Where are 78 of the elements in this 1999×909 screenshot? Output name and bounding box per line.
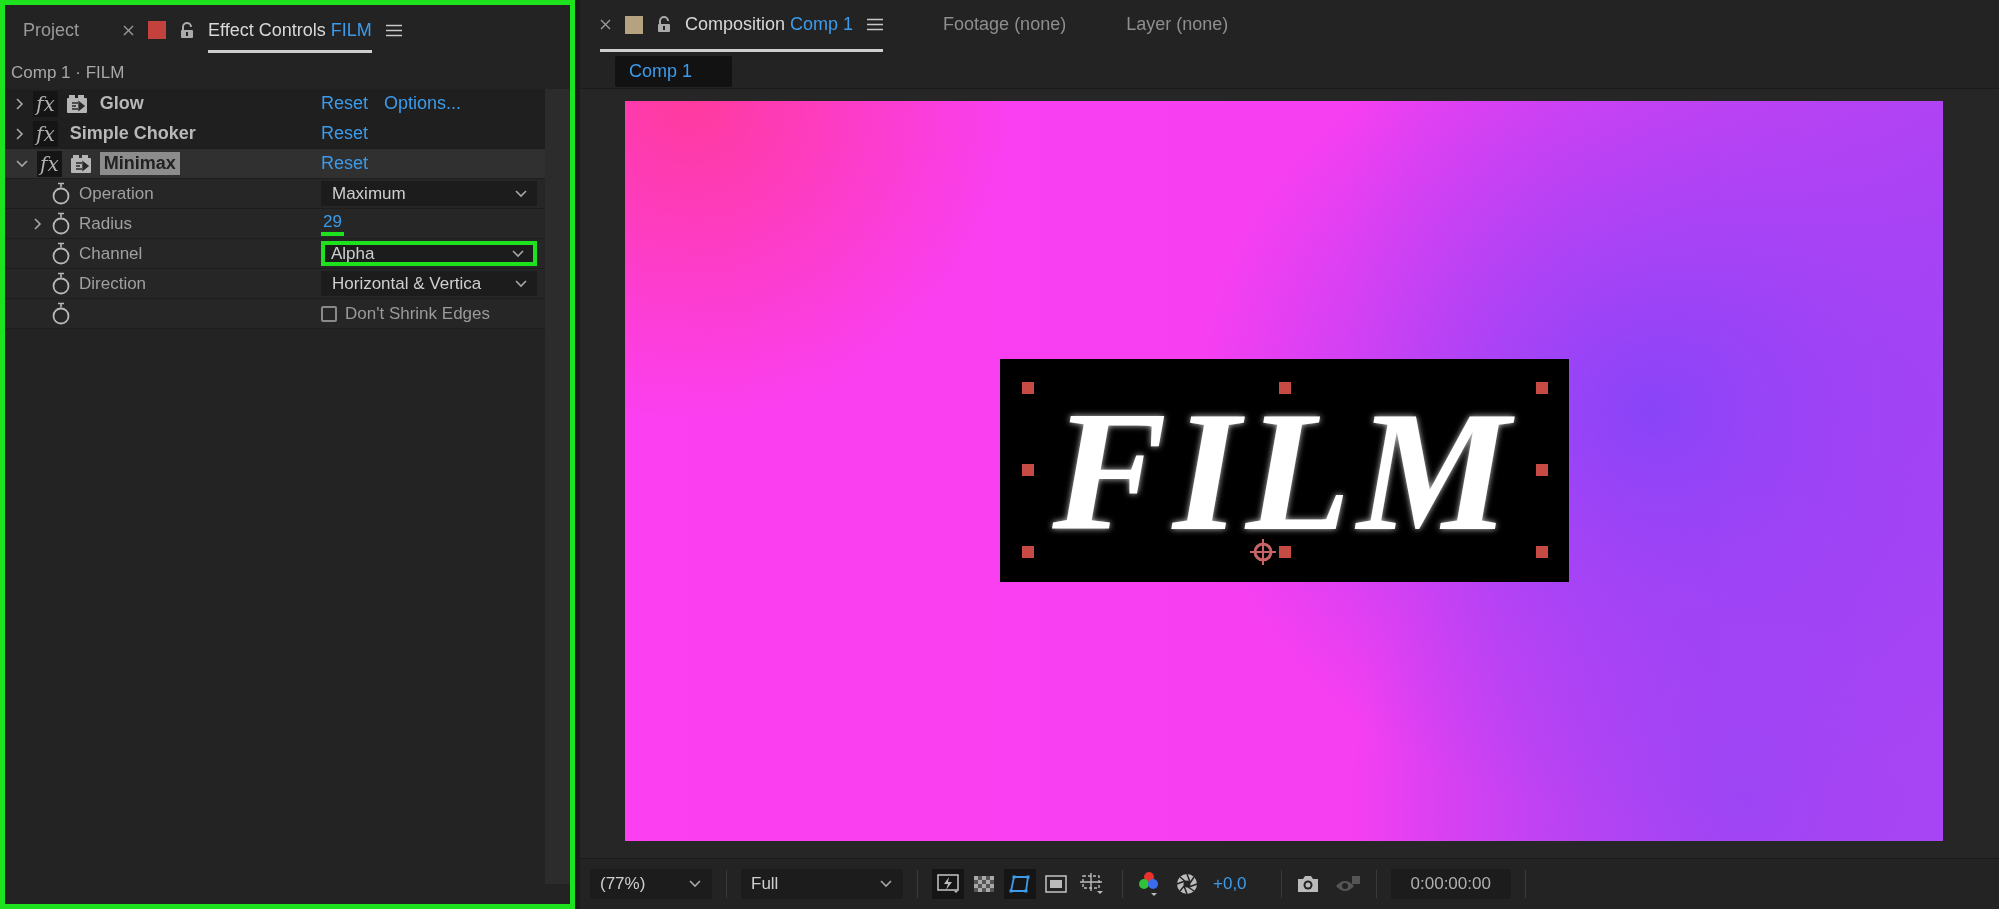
timecode-field[interactable]: 0:00:00:00 — [1390, 869, 1511, 899]
aperture-icon[interactable] — [1175, 872, 1199, 896]
panel-tab[interactable]: Footage (none) — [943, 14, 1067, 35]
fast-previews-button[interactable] — [932, 869, 964, 899]
close-icon[interactable] — [600, 19, 611, 30]
scrollbar[interactable] — [545, 89, 570, 884]
expand-chevron-icon[interactable] — [15, 126, 25, 141]
checkerboard-icon — [973, 874, 995, 894]
lock-icon[interactable] — [657, 16, 671, 33]
value-field[interactable]: 29 — [321, 211, 344, 236]
selection-handle[interactable] — [1278, 382, 1291, 394]
selection-handle[interactable] — [1535, 546, 1548, 558]
resolution-dropdown[interactable]: Full — [741, 869, 903, 899]
mask-path-icon — [1009, 874, 1031, 894]
property-name: Operation — [79, 183, 154, 204]
stopwatch-icon[interactable] — [51, 272, 71, 295]
caret-icon[interactable] — [688, 879, 702, 889]
dropdown[interactable]: Alpha — [321, 241, 537, 266]
anchor-point-icon[interactable] — [1248, 538, 1277, 566]
effect-toggle[interactable]: fx — [37, 150, 62, 177]
exposure-value[interactable]: +0,0 — [1213, 874, 1247, 894]
caret-icon[interactable] — [511, 248, 525, 259]
effect-toggle[interactable]: fx — [33, 90, 58, 117]
panel-tab[interactable]: Effect Controls FILM — [208, 7, 372, 53]
effect-name[interactable]: Minimax — [99, 152, 180, 175]
property-name: Direction — [79, 273, 147, 294]
zoom-dropdown[interactable]: (77%) — [590, 869, 712, 899]
effect-link[interactable]: Reset — [321, 123, 369, 144]
expand-chevron-icon[interactable] — [15, 96, 25, 111]
dropdown[interactable]: Maximum — [321, 181, 537, 206]
caret-icon[interactable] — [514, 188, 528, 199]
lightning-monitor-icon — [937, 874, 959, 894]
text-layer[interactable]: FILM — [999, 359, 1569, 582]
stopwatch-icon[interactable] — [51, 242, 71, 265]
effect-link[interactable]: Options... — [384, 93, 462, 114]
selection-handle[interactable] — [1278, 546, 1291, 558]
expand-chevron-icon[interactable] — [15, 158, 29, 169]
stopwatch-icon[interactable] — [51, 182, 71, 205]
property-name: Channel — [79, 243, 143, 264]
layer-text: FILM — [1052, 400, 1516, 541]
effect-link[interactable]: Reset — [321, 153, 369, 174]
effect-row[interactable]: fx Minimax Reset — [5, 149, 545, 179]
close-icon[interactable] — [123, 24, 135, 36]
effect-row[interactable]: fx Simple Choker Reset — [5, 119, 545, 149]
checkbox-label[interactable]: Don't Shrink Edges — [345, 303, 490, 324]
grid-icon — [1080, 873, 1104, 895]
region-icon — [1045, 874, 1067, 894]
breadcrumb: Comp 1 · FILM — [10, 62, 126, 84]
selection-handle[interactable] — [1021, 464, 1034, 476]
panel-tab[interactable]: Layer (none) — [1126, 14, 1229, 35]
panel-tab[interactable]: Composition Comp 1 — [685, 14, 854, 35]
stopwatch-icon[interactable] — [51, 212, 71, 235]
color-swatch[interactable] — [625, 15, 643, 34]
color-channels-icon[interactable] — [1137, 871, 1161, 897]
effect-name[interactable]: Simple Choker — [65, 122, 200, 145]
dropdown[interactable]: Horizontal & Vertica — [321, 271, 537, 296]
effect-toggle[interactable]: fx — [33, 120, 58, 147]
menu-icon[interactable] — [867, 18, 884, 31]
effect-row[interactable]: fx Glow Reset Options... — [5, 89, 545, 119]
selection-handle[interactable] — [1021, 382, 1034, 394]
caret-icon[interactable] — [514, 278, 528, 289]
selection-handle[interactable] — [1535, 382, 1548, 394]
mask-button[interactable] — [1004, 869, 1036, 899]
selection-handle[interactable] — [1021, 546, 1034, 558]
panel-tab[interactable]: Project — [23, 19, 80, 41]
camera-icon[interactable] — [1295, 874, 1320, 894]
menu-icon[interactable] — [385, 23, 402, 37]
property-name: Radius — [79, 213, 132, 234]
effect-name[interactable]: Glow — [95, 92, 148, 115]
caret-icon[interactable] — [879, 879, 893, 889]
stopwatch-icon[interactable] — [51, 302, 71, 325]
color-swatch[interactable] — [148, 21, 167, 39]
selection-handle[interactable] — [1535, 464, 1548, 476]
lock-icon[interactable] — [180, 21, 195, 39]
composition-tab[interactable]: Comp 1 — [615, 56, 733, 87]
effect-link[interactable]: Reset — [321, 93, 369, 114]
checkbox[interactable] — [321, 305, 337, 322]
expand-chevron-icon[interactable] — [33, 216, 43, 231]
